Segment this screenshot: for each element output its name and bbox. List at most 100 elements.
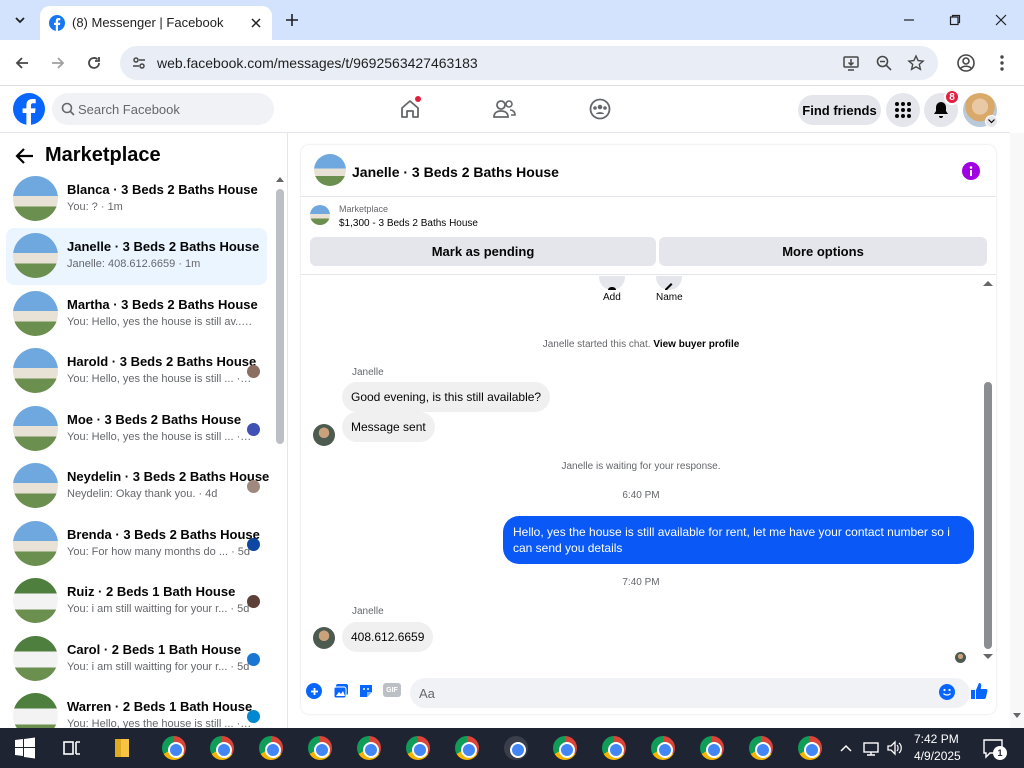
- scroll-up-arrow[interactable]: [276, 176, 284, 182]
- conversation-name: Harold · 3 Beds 2 Baths House: [67, 354, 257, 369]
- new-tab-button[interactable]: [282, 10, 302, 30]
- address-bar[interactable]: web.facebook.com/messages/t/969256342746…: [120, 46, 938, 80]
- volume-icon[interactable]: [886, 736, 904, 760]
- chrome-taskbar-icon[interactable]: [798, 736, 822, 760]
- search-input[interactable]: [78, 93, 268, 125]
- conversation-item[interactable]: Martha · 3 Beds 2 Baths House You: Hello,…: [6, 286, 267, 343]
- facebook-search[interactable]: [52, 93, 274, 125]
- photo-icon[interactable]: [333, 683, 349, 699]
- gif-icon[interactable]: GIF: [383, 683, 401, 697]
- janelle-avatar[interactable]: [313, 424, 335, 446]
- sender-name: Janelle: [352, 367, 384, 378]
- notifications-button[interactable]: 8: [924, 89, 960, 127]
- account-circle-icon: [957, 54, 975, 72]
- minimize-window-button[interactable]: [899, 10, 919, 30]
- add-contact-button[interactable]: [599, 276, 625, 290]
- conversation-item[interactable]: Carol · 2 Beds 1 Bath House You: i am sti…: [6, 631, 267, 688]
- scroll-down-arrow[interactable]: [983, 654, 993, 660]
- close-window-button[interactable]: [991, 10, 1011, 30]
- chrome-taskbar-icon[interactable]: [553, 736, 577, 760]
- clock-date[interactable]: 4/9/2025: [914, 749, 961, 763]
- windows-start-icon[interactable]: [13, 736, 37, 760]
- close-icon: [251, 18, 261, 28]
- conversation-item[interactable]: Warren · 2 Beds 1 Bath House You: Hello, …: [6, 688, 267, 728]
- file-explorer-icon[interactable]: [110, 736, 134, 760]
- chrome-taskbar-icon[interactable]: [308, 736, 332, 760]
- back-button[interactable]: [14, 145, 36, 167]
- message-input[interactable]: [410, 678, 970, 708]
- conversation-item[interactable]: Brenda · 3 Beds 2 Baths House You: For ho…: [6, 516, 267, 573]
- install-app-icon[interactable]: [842, 54, 860, 72]
- chat-title[interactable]: Janelle · 3 Beds 2 Baths House: [352, 164, 559, 180]
- back-button[interactable]: [10, 51, 34, 75]
- chrome-taskbar-icon[interactable]: [749, 736, 773, 760]
- listing-thumbnail: [13, 521, 58, 566]
- facebook-header: Find friends 8: [0, 87, 1010, 133]
- chrome-taskbar-icon[interactable]: [210, 736, 234, 760]
- incoming-message[interactable]: Good evening, is this still available?: [342, 382, 551, 412]
- home-nav-button[interactable]: [395, 95, 425, 123]
- close-tab-button[interactable]: [246, 13, 266, 33]
- sticker-icon[interactable]: [358, 683, 374, 699]
- menu-button[interactable]: [886, 93, 920, 127]
- task-view-icon[interactable]: [60, 736, 84, 760]
- chrome-taskbar-icon[interactable]: [504, 736, 528, 760]
- profile-button[interactable]: [954, 51, 978, 75]
- facebook-logo-icon[interactable]: [13, 93, 45, 125]
- listing-detail[interactable]: $1,300 - 3 Beds 2 Baths House: [339, 218, 478, 229]
- conversation-item[interactable]: Ruiz · 2 Beds 1 Bath House You: i am stil…: [6, 573, 267, 630]
- find-friends-button[interactable]: Find friends: [798, 95, 881, 125]
- clock-time[interactable]: 7:42 PM: [914, 732, 959, 746]
- emoji-icon[interactable]: [939, 684, 955, 700]
- browser-tab-messenger[interactable]: (8) Messenger | Facebook: [40, 6, 272, 40]
- restore-window-button[interactable]: [945, 10, 965, 30]
- incoming-message[interactable]: Message sent: [342, 412, 435, 442]
- chrome-taskbar-icon[interactable]: [602, 736, 626, 760]
- conversation-item[interactable]: Janelle · 3 Beds 2 Baths House Janelle: 4…: [6, 228, 267, 285]
- zoom-icon[interactable]: [875, 54, 893, 72]
- bookmark-star-icon[interactable]: [907, 54, 925, 72]
- mark-as-pending-button[interactable]: Mark as pending: [310, 237, 656, 266]
- janelle-avatar[interactable]: [313, 627, 335, 649]
- more-options-button[interactable]: More options: [659, 237, 987, 266]
- tab-search-dropdown-button[interactable]: [8, 8, 32, 32]
- conversation-item[interactable]: Blanca · 3 Beds 2 Baths House You: ? · 1m: [6, 171, 267, 228]
- conversation-item[interactable]: Moe · 3 Beds 2 Baths House You: Hello, ye…: [6, 401, 267, 458]
- chrome-taskbar-icon[interactable]: [259, 736, 283, 760]
- browser-toolbar: web.facebook.com/messages/t/969256342746…: [0, 40, 1024, 86]
- action-center-icon[interactable]: 1: [981, 736, 1007, 760]
- site-info-icon[interactable]: [131, 55, 147, 71]
- conversation-item[interactable]: Neydelin · 3 Beds 2 Baths House Neydelin:…: [6, 458, 269, 515]
- conversation-list-scrollbar[interactable]: [276, 189, 284, 444]
- view-buyer-profile-link[interactable]: View buyer profile: [653, 339, 739, 350]
- plus-circle-icon[interactable]: [306, 683, 322, 699]
- forward-button[interactable]: [46, 51, 70, 75]
- chrome-taskbar-icon[interactable]: [406, 736, 430, 760]
- chat-scrollbar[interactable]: [984, 382, 992, 649]
- outgoing-message[interactable]: Hello, yes the house is still available …: [503, 516, 974, 564]
- chrome-taskbar-icon[interactable]: [651, 736, 675, 760]
- groups-nav-button[interactable]: [585, 95, 615, 123]
- chrome-taskbar-icon[interactable]: [700, 736, 724, 760]
- thumbs-up-icon[interactable]: [970, 682, 988, 700]
- chrome-taskbar-icon[interactable]: [357, 736, 381, 760]
- incoming-message[interactable]: 408.612.6659: [342, 622, 434, 652]
- notification-badge: 8: [944, 89, 960, 105]
- browser-menu-button[interactable]: [990, 51, 1014, 75]
- scroll-up-arrow[interactable]: [983, 280, 993, 286]
- reload-button[interactable]: [82, 51, 106, 75]
- chrome-taskbar-icon[interactable]: [455, 736, 479, 760]
- chrome-taskbar-icon[interactable]: [162, 736, 186, 760]
- edit-name-button[interactable]: [656, 276, 682, 290]
- listing-thumbnail[interactable]: [314, 154, 346, 186]
- network-icon[interactable]: [862, 736, 880, 760]
- waiting-notice: Janelle is waiting for your response.: [561, 461, 721, 472]
- show-hidden-icons-chevron-up-icon[interactable]: [838, 736, 854, 760]
- page-scrollbar[interactable]: [1010, 133, 1024, 728]
- conversation-item[interactable]: Harold · 3 Beds 2 Baths House You: Hello,…: [6, 343, 267, 400]
- info-icon[interactable]: [962, 162, 980, 180]
- scroll-down-arrow[interactable]: [1013, 713, 1021, 719]
- friends-nav-button[interactable]: [489, 95, 519, 123]
- listing-mini-thumbnail[interactable]: [310, 205, 330, 225]
- profile-avatar[interactable]: [963, 93, 998, 128]
